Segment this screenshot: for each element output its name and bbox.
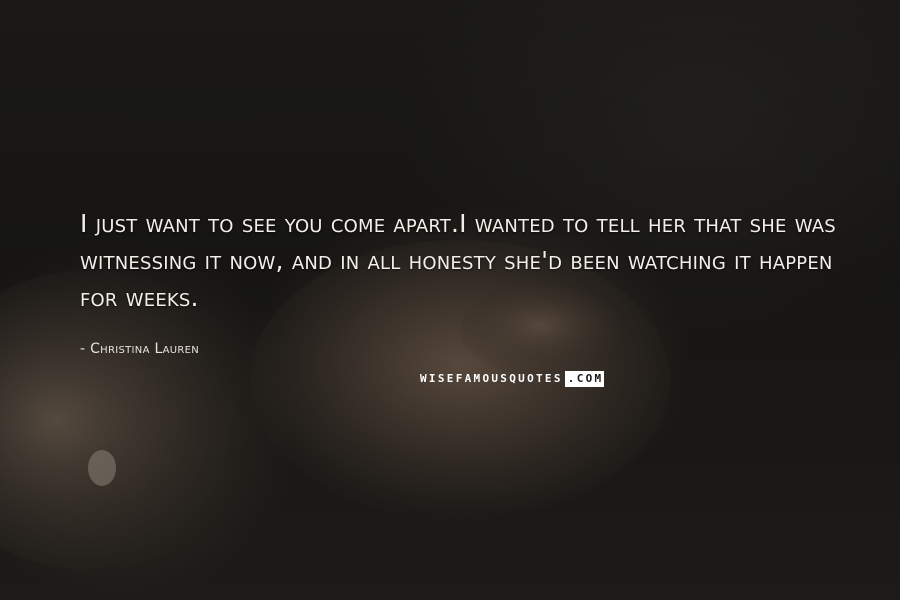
quote-text: I just want to see you come apart.I want…	[80, 209, 836, 312]
quote-card: I just want to see you come apart.I want…	[0, 0, 900, 600]
cufflink-shape	[88, 450, 116, 486]
quote-author: - Christina Lauren	[80, 341, 199, 357]
watermark-part-2: .COM	[564, 371, 605, 387]
site-watermark: WISEFAMOUSQUOTES .COM	[419, 371, 605, 387]
watermark-part-1: WISEFAMOUSQUOTES	[420, 372, 563, 385]
